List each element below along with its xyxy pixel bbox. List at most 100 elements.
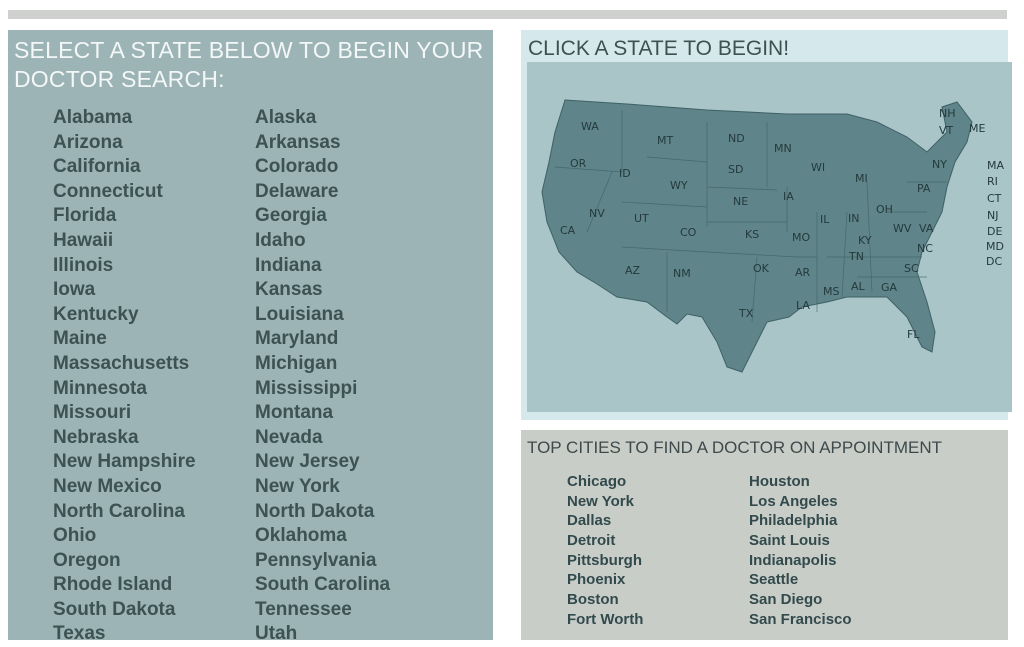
state-link[interactable]: Indiana — [255, 254, 390, 279]
state-label-ky[interactable]: KY — [858, 234, 872, 247]
state-label-wy[interactable]: WY — [670, 179, 688, 192]
state-label-ut[interactable]: UT — [634, 212, 649, 225]
state-label-fl[interactable]: FL — [907, 328, 919, 341]
state-link[interactable]: New Jersey — [255, 450, 390, 475]
state-link[interactable]: Iowa — [53, 278, 196, 303]
city-link[interactable]: Indianapolis — [749, 551, 852, 571]
state-link[interactable]: Michigan — [255, 352, 390, 377]
state-link[interactable]: Ohio — [53, 524, 196, 549]
state-label-mi[interactable]: MI — [855, 172, 868, 185]
state-label-mn[interactable]: MN — [774, 142, 792, 155]
state-label-az[interactable]: AZ — [625, 264, 640, 277]
state-label-ks[interactable]: KS — [745, 228, 759, 241]
state-label-dc[interactable]: DC — [986, 255, 1002, 268]
state-label-nd[interactable]: ND — [728, 132, 745, 145]
state-label-or[interactable]: OR — [570, 157, 586, 170]
city-link[interactable]: San Diego — [749, 590, 852, 610]
state-label-il[interactable]: IL — [820, 213, 829, 226]
state-link[interactable]: Tennessee — [255, 598, 390, 623]
state-label-ne[interactable]: NE — [733, 195, 748, 208]
state-label-la[interactable]: LA — [796, 299, 810, 312]
state-label-vt[interactable]: VT — [939, 124, 953, 137]
state-link[interactable]: Illinois — [53, 254, 196, 279]
city-link[interactable]: San Francisco — [749, 610, 852, 630]
state-label-pa[interactable]: PA — [917, 182, 930, 195]
state-label-ms[interactable]: MS — [823, 285, 839, 298]
city-link[interactable]: Saint Louis — [749, 531, 852, 551]
state-link[interactable]: Alabama — [53, 106, 196, 131]
state-link[interactable]: Maine — [53, 327, 196, 352]
city-link[interactable]: Boston — [567, 590, 643, 610]
city-link[interactable]: Pittsburgh — [567, 551, 643, 571]
city-link[interactable]: Los Angeles — [749, 492, 852, 512]
state-link[interactable]: Oklahoma — [255, 524, 390, 549]
state-label-ct[interactable]: CT — [987, 192, 1001, 205]
state-link[interactable]: New Mexico — [53, 475, 196, 500]
state-link[interactable]: Nevada — [255, 426, 390, 451]
state-link[interactable]: New Hampshire — [53, 450, 196, 475]
state-label-ga[interactable]: GA — [881, 281, 897, 294]
state-link[interactable]: Utah — [255, 622, 390, 647]
state-link[interactable]: California — [53, 155, 196, 180]
state-label-nj[interactable]: NJ — [987, 209, 998, 222]
state-label-md[interactable]: MD — [986, 240, 1004, 253]
city-link[interactable]: Fort Worth — [567, 610, 643, 630]
city-link[interactable]: Philadelphia — [749, 511, 852, 531]
us-map[interactable]: WA OR CA ID NV MT WY UT AZ CO NM ND SD NE KS OK TX MN IA MO… — [527, 62, 1012, 412]
city-link[interactable]: Detroit — [567, 531, 643, 551]
state-label-ny[interactable]: NY — [932, 158, 947, 171]
state-link[interactable]: Texas — [53, 622, 196, 647]
state-link[interactable]: Idaho — [255, 229, 390, 254]
state-link[interactable]: Louisiana — [255, 303, 390, 328]
state-link[interactable]: Delaware — [255, 180, 390, 205]
state-label-tn[interactable]: TN — [849, 250, 864, 263]
state-label-mt[interactable]: MT — [657, 134, 673, 147]
state-label-de[interactable]: DE — [987, 225, 1002, 238]
state-link[interactable]: Georgia — [255, 204, 390, 229]
state-link[interactable]: Minnesota — [53, 377, 196, 402]
state-link[interactable]: Mississippi — [255, 377, 390, 402]
state-label-ca[interactable]: CA — [560, 224, 575, 237]
state-label-ri[interactable]: RI — [987, 175, 998, 188]
state-link[interactable]: Maryland — [255, 327, 390, 352]
state-link[interactable]: Kansas — [255, 278, 390, 303]
state-label-ma[interactable]: MA — [987, 159, 1004, 172]
state-label-wv[interactable]: WV — [893, 222, 911, 235]
state-label-sc[interactable]: SC — [904, 262, 919, 275]
state-label-ia[interactable]: IA — [783, 190, 794, 203]
state-label-mo[interactable]: MO — [792, 231, 810, 244]
state-link[interactable]: Florida — [53, 204, 196, 229]
state-label-wa[interactable]: WA — [581, 120, 599, 133]
state-label-nm[interactable]: NM — [673, 267, 691, 280]
city-link[interactable]: Seattle — [749, 570, 852, 590]
city-link[interactable]: Phoenix — [567, 570, 643, 590]
state-link[interactable]: Montana — [255, 401, 390, 426]
state-link[interactable]: New York — [255, 475, 390, 500]
state-link[interactable]: Alaska — [255, 106, 390, 131]
state-label-nc[interactable]: NC — [917, 242, 933, 255]
state-link[interactable]: Colorado — [255, 155, 390, 180]
city-link[interactable]: Houston — [749, 472, 852, 492]
state-link[interactable]: Arkansas — [255, 131, 390, 156]
state-link[interactable]: Rhode Island — [53, 573, 196, 598]
state-link[interactable]: North Carolina — [53, 500, 196, 525]
state-label-wi[interactable]: WI — [811, 161, 825, 174]
state-link[interactable]: South Carolina — [255, 573, 390, 598]
state-label-tx[interactable]: TX — [739, 307, 753, 320]
state-label-ar[interactable]: AR — [795, 266, 810, 279]
state-link[interactable]: South Dakota — [53, 598, 196, 623]
state-link[interactable]: Nebraska — [53, 426, 196, 451]
state-link[interactable]: North Dakota — [255, 500, 390, 525]
state-link[interactable]: Massachusetts — [53, 352, 196, 377]
city-link[interactable]: Chicago — [567, 472, 643, 492]
city-link[interactable]: Dallas — [567, 511, 643, 531]
state-link[interactable]: Arizona — [53, 131, 196, 156]
state-label-sd[interactable]: SD — [728, 163, 743, 176]
state-label-id[interactable]: ID — [619, 167, 631, 180]
state-label-al[interactable]: AL — [851, 280, 865, 293]
state-label-va[interactable]: VA — [919, 222, 933, 235]
state-link[interactable]: Connecticut — [53, 180, 196, 205]
state-label-ok[interactable]: OK — [753, 262, 769, 275]
state-link[interactable]: Kentucky — [53, 303, 196, 328]
state-link[interactable]: Hawaii — [53, 229, 196, 254]
